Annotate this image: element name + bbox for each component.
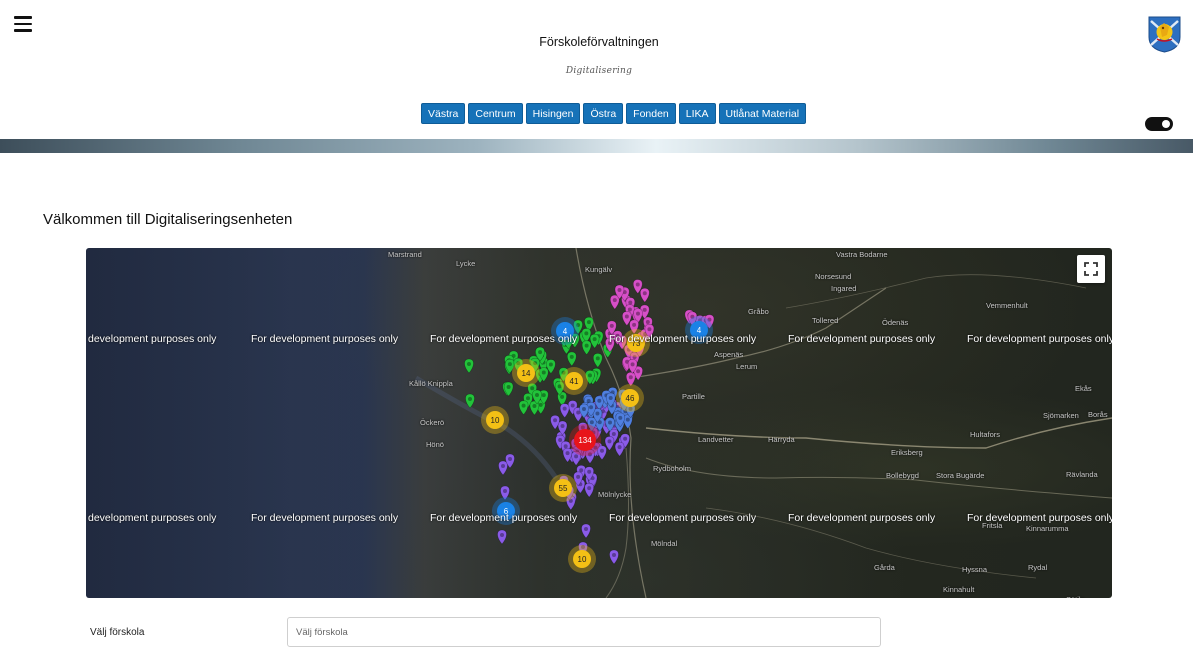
map-marker-pin[interactable]: [614, 441, 625, 457]
cluster-count-label: 10: [578, 555, 587, 564]
nav-button-centrum[interactable]: Centrum: [468, 103, 523, 124]
preschool-select-label: Välj förskola: [90, 627, 145, 638]
dev-watermark-label: For development purposes only: [967, 512, 1112, 524]
map-place-label: Ekås: [1075, 384, 1092, 393]
dev-watermark-label: For development purposes only: [430, 512, 578, 524]
nav-button-lika[interactable]: LIKA: [678, 103, 716, 124]
nav-button-hisingen[interactable]: Hisingen: [525, 103, 581, 124]
map-place-label: Mölndal: [651, 539, 678, 548]
map-place-label: Hyssna: [962, 565, 988, 574]
map-marker-pin[interactable]: [498, 460, 508, 476]
map-place-label: Vastra Bodarne: [836, 250, 888, 259]
map-place-label: Mölnlycke: [598, 490, 632, 499]
nav-button-fonden[interactable]: Fonden: [626, 103, 676, 124]
map-marker-pin[interactable]: [581, 523, 591, 539]
map-marker-pin[interactable]: [592, 353, 603, 368]
map-place-label: Rävlanda: [1066, 470, 1098, 479]
map-place-label: Landvetter: [698, 435, 734, 444]
dev-watermark-label: For development purposes only: [788, 333, 936, 345]
dev-watermark-label: development purposes only: [88, 512, 217, 524]
map-place-label: Härryda: [768, 435, 795, 444]
map-place-label: Sjömarken: [1043, 411, 1079, 420]
map-place-label: Borås: [1088, 410, 1108, 419]
cluster-count-label: 134: [578, 436, 592, 445]
map-place-label: Vemmenhult: [986, 301, 1028, 310]
map-cluster-marker[interactable]: 14: [512, 359, 540, 387]
map-place-label: Sätila: [1066, 595, 1085, 598]
map-place-label: Stora Bugärde: [936, 471, 985, 480]
hamburger-menu-icon[interactable]: [14, 16, 32, 32]
nav-button-utlanat-material[interactable]: Utlånat Material: [718, 103, 807, 124]
map-place-label: Eriksberg: [891, 448, 923, 457]
map-place-label: Kinnahult: [943, 585, 975, 594]
cluster-count-label: 10: [491, 416, 500, 425]
fullscreen-icon: [1084, 262, 1098, 276]
map-place-label: Lycke: [456, 259, 476, 268]
map-marker-pin[interactable]: [559, 403, 570, 419]
map-place-label: Lerum: [736, 362, 758, 371]
map-place-label: Partille: [682, 392, 705, 401]
map-place-label: Kungälv: [585, 265, 613, 274]
cluster-count-label: 55: [559, 484, 568, 493]
map-marker-pin[interactable]: [589, 333, 600, 349]
dev-watermark-label: For development purposes only: [251, 512, 399, 524]
map-place-label: Rydboholm: [653, 464, 691, 473]
map-place-label: Norsesund: [815, 272, 852, 281]
nav-button-vastra[interactable]: Västra: [421, 103, 466, 124]
map-place-label: Aspenäs: [714, 350, 744, 359]
header-gradient-band: [0, 139, 1193, 153]
dev-watermark-label: For development purposes only: [251, 333, 399, 345]
map-place-label: Kinnarumma: [1026, 524, 1069, 533]
dev-watermark-label: For development purposes only: [430, 333, 578, 345]
map-marker-pin[interactable]: [566, 351, 577, 367]
map-place-label: Rydal: [1028, 563, 1048, 572]
map-place-label: Hönö: [426, 440, 444, 449]
content-card-top: [0, 153, 1193, 165]
page-subtitle-signature: Digitalisering: [565, 66, 633, 76]
map-marker-pin[interactable]: [609, 549, 619, 565]
map-place-label: Bollebygd: [886, 471, 919, 480]
district-nav: Västra Centrum Hisingen Östra Fonden LIK…: [421, 103, 807, 124]
dev-watermark-label: For development purposes only: [967, 333, 1112, 345]
cluster-count-label: 46: [626, 394, 635, 403]
map-cluster-marker[interactable]: 55: [549, 474, 577, 502]
map-roads-layer: 4 4731441461013455610: [414, 248, 1112, 598]
cluster-count-label: 14: [522, 369, 531, 378]
preschool-map[interactable]: 4 4 73 14 41 46 10 134 55 6 10 Marstrand Lycke Kungä…: [86, 248, 1112, 598]
map-cluster-marker[interactable]: 41: [560, 367, 588, 395]
dev-watermark-label: For development purposes only: [788, 512, 936, 524]
map-place-label: Tollered: [812, 316, 839, 325]
map-marker-pin[interactable]: [464, 358, 474, 374]
theme-toggle-switch[interactable]: [1145, 117, 1173, 131]
map-place-label: Gråbo: [748, 307, 769, 316]
map-marker-pin[interactable]: [639, 287, 650, 303]
map-cluster-marker[interactable]: 10: [568, 545, 596, 573]
map-place-label: Ingared: [831, 284, 857, 293]
dev-watermark-label: For development purposes only: [609, 333, 757, 345]
cluster-count-label: 41: [570, 377, 579, 386]
map-marker-pin[interactable]: [581, 340, 592, 356]
map-place-label: Gårda: [874, 563, 895, 572]
preschool-select-row: Välj förskola Välj förskola: [0, 617, 1193, 659]
map-place-label: Öckerö: [420, 418, 445, 427]
map-marker-pin[interactable]: [518, 400, 529, 416]
map-place-label: Hultafors: [970, 430, 1001, 439]
map-place-label: Kållö Knippla: [409, 379, 453, 388]
map-place-label: Ödenäs: [882, 318, 909, 327]
coat-of-arms-logo-icon: [1148, 16, 1181, 53]
map-cluster-marker[interactable]: 134: [569, 424, 601, 456]
map-marker-pin[interactable]: [584, 482, 594, 498]
dev-watermark-label: development purposes only: [88, 333, 217, 345]
map-cluster-marker[interactable]: 46: [616, 384, 644, 412]
preschool-select[interactable]: Välj förskola: [287, 617, 881, 647]
welcome-heading: Välkommen till Digitaliseringsenheten: [43, 211, 293, 228]
page-title: Förskoleförvaltningen: [539, 35, 659, 49]
map-cluster-marker[interactable]: 10: [481, 406, 509, 434]
map-place-label: Marstrand: [388, 250, 422, 259]
fullscreen-button[interactable]: [1077, 255, 1105, 283]
dev-watermark-label: For development purposes only: [609, 512, 757, 524]
nav-button-ostra[interactable]: Östra: [583, 103, 624, 124]
map-marker-pin[interactable]: [497, 529, 507, 545]
